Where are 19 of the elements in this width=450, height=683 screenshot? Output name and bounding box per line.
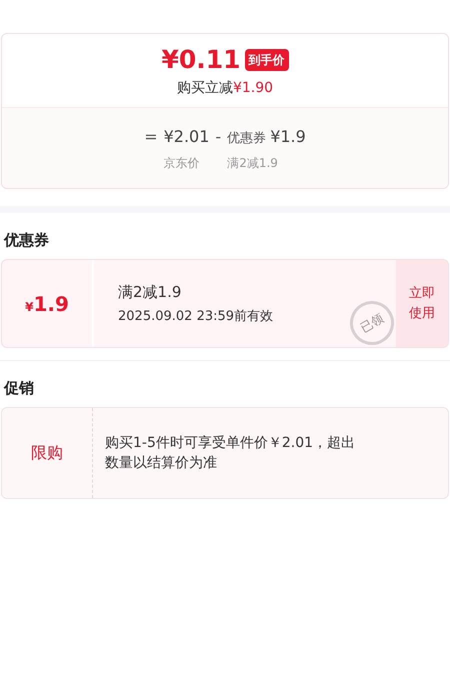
amount-caption: 京东价 — [164, 155, 200, 172]
final-price-badge: 到手价 — [244, 49, 289, 71]
section-title: 促销 — [2, 378, 35, 399]
coupon-amount: ¥1.9 — [25, 290, 69, 318]
section-title: 优惠券 — [2, 230, 50, 251]
operator-sign: - — [215, 126, 222, 148]
amount-value: ¥1.9 — [270, 126, 306, 148]
operator-sign: = — [144, 126, 158, 148]
discount-label: 购买立减 — [176, 79, 233, 98]
amount-caption: 满2减1.9 — [227, 155, 278, 172]
amount-label: 优惠券 — [227, 130, 266, 148]
use-now-button[interactable]: 立即 使用 — [396, 260, 448, 347]
amount-value: ¥2.01 — [164, 126, 210, 148]
promotion-text: 购买1-5件时可享受单件价￥2.01，超出数量以结算价为准 — [105, 434, 356, 473]
discount-value: ¥1.90 — [232, 79, 274, 98]
coupon-validity: 2025.09.02 23:59前有效 — [118, 308, 274, 326]
final-price: ¥0.11 — [161, 44, 241, 76]
coupon-rule: 满2减1.9 — [118, 282, 182, 302]
promotion-tag: 限购 — [31, 441, 63, 465]
